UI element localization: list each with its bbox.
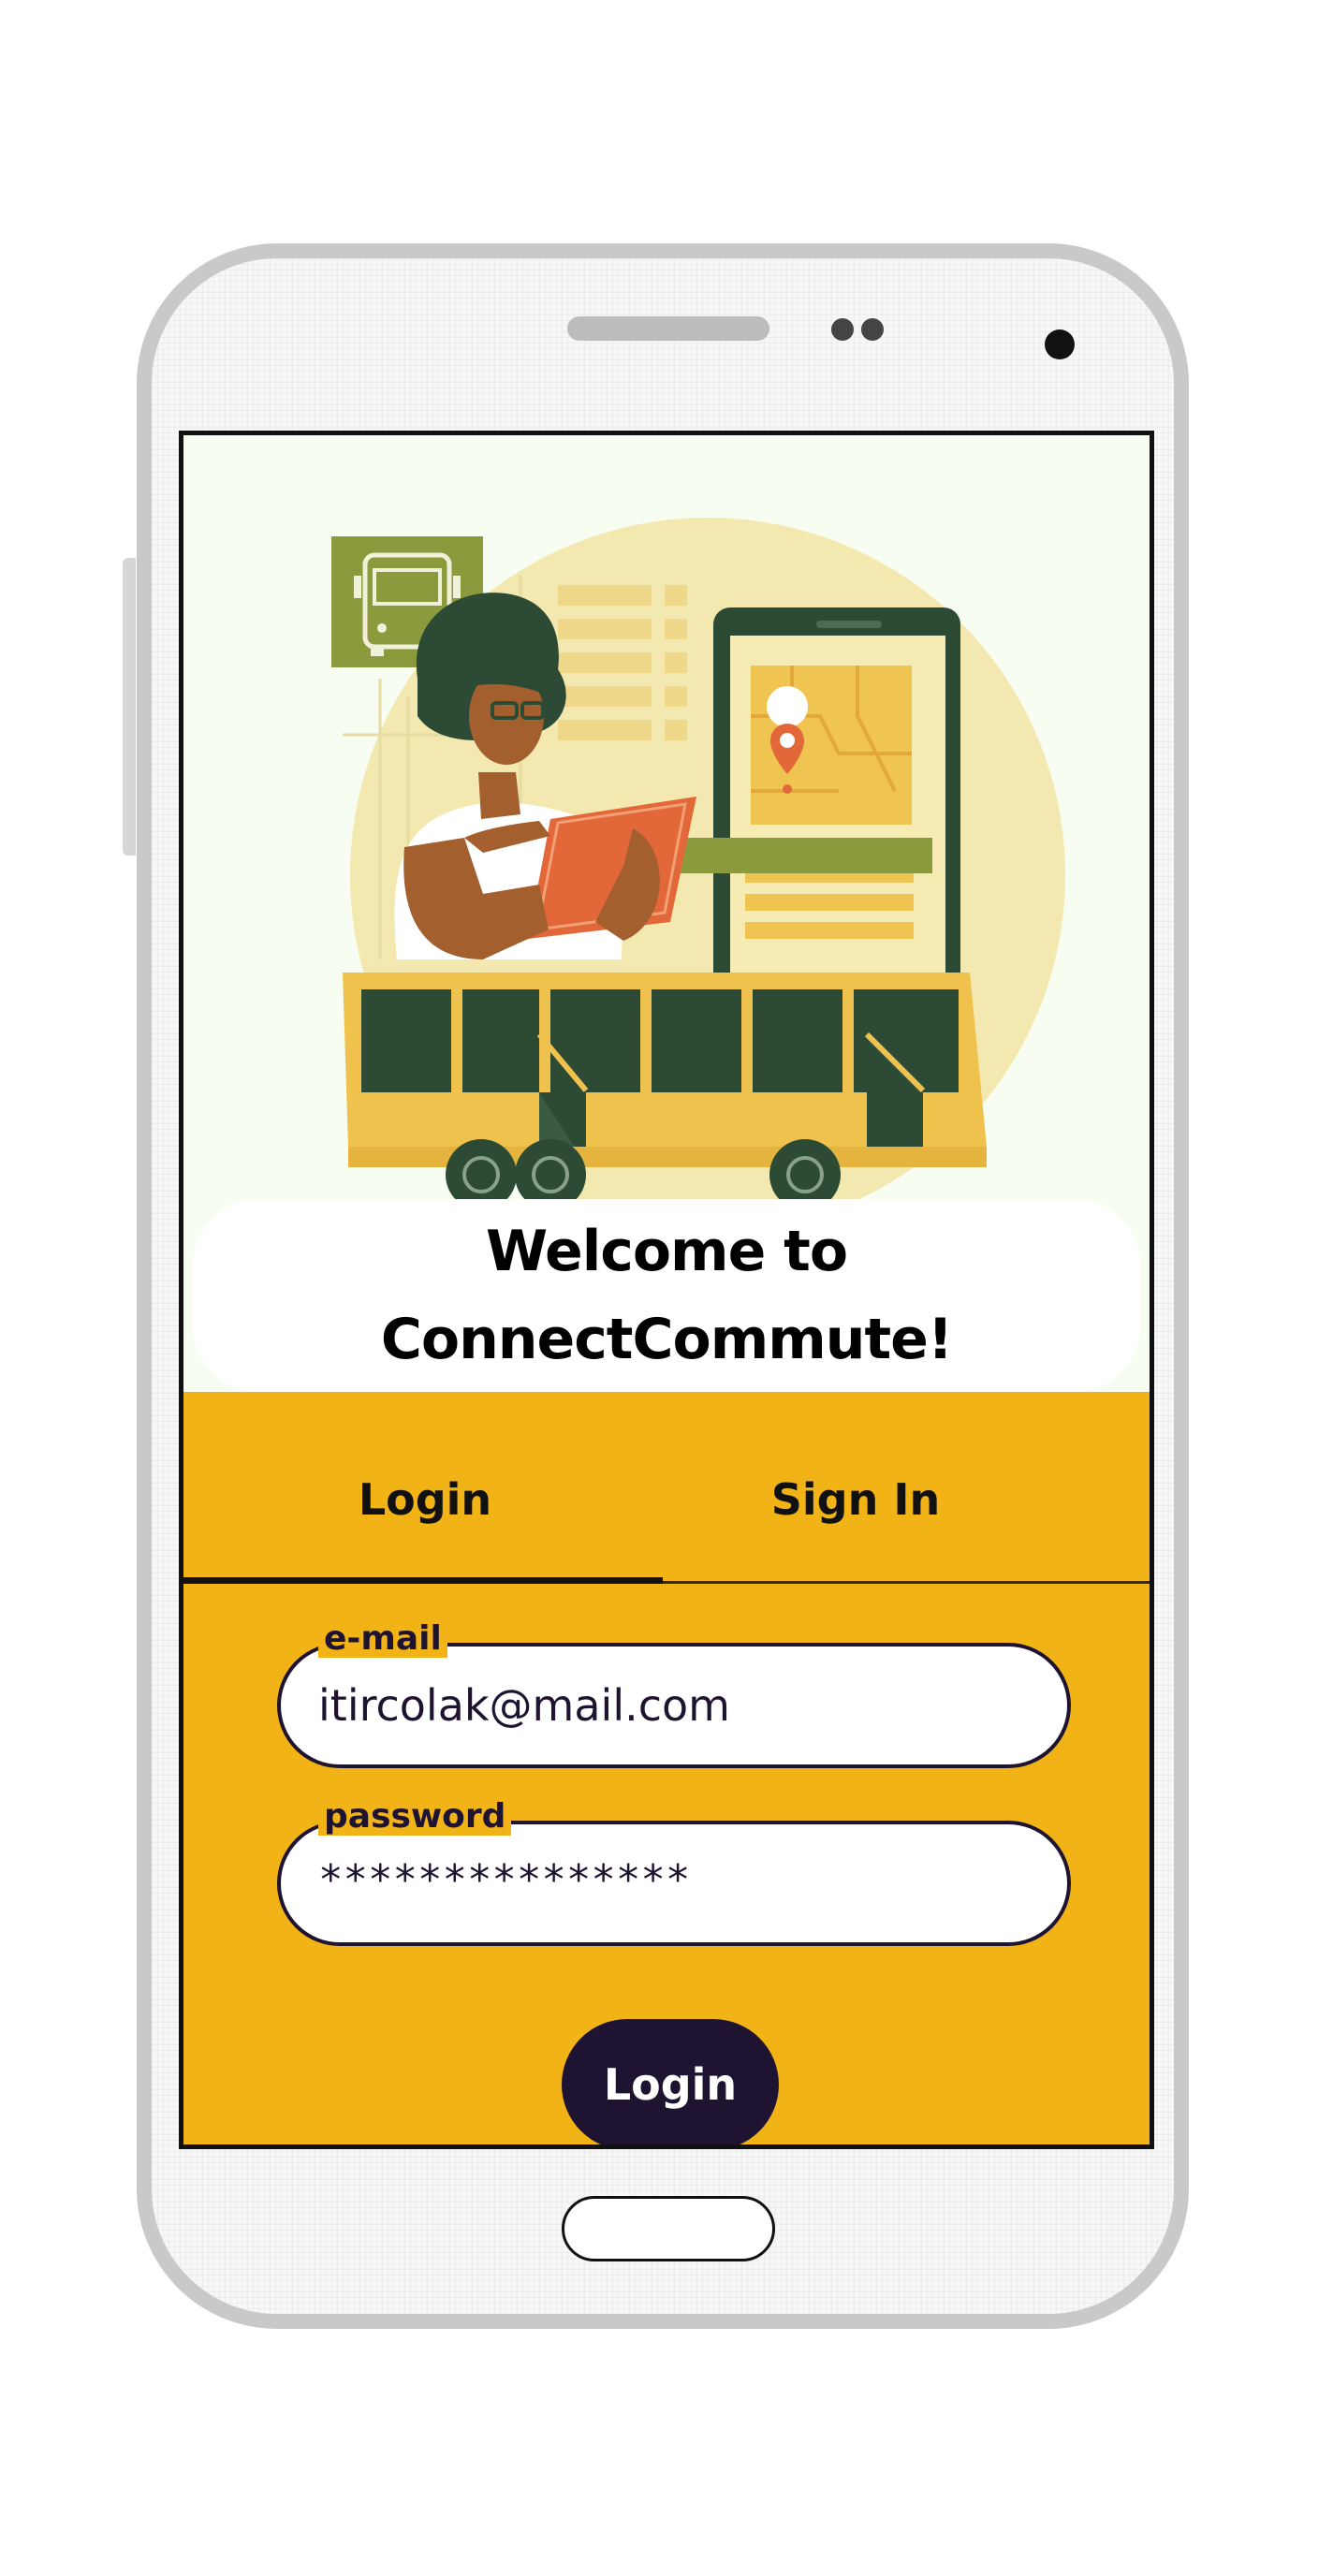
olive-bar (652, 838, 932, 873)
email-input[interactable] (318, 1673, 1030, 1738)
phone-speaker (567, 316, 769, 341)
password-label: password (318, 1798, 512, 1836)
welcome-card: Welcome to ConnectCommute! (193, 1199, 1140, 1392)
welcome-title-line1: Welcome to (485, 1219, 848, 1284)
phone-side-button (123, 558, 136, 856)
phone-sensor-left (831, 318, 854, 341)
auth-tabs: Login Sign In (183, 1392, 1150, 1585)
tab-login[interactable]: Login (183, 1448, 666, 1551)
password-field[interactable]: password (277, 1798, 1071, 1946)
welcome-title-line2: ConnectCommute! (380, 1307, 953, 1372)
email-field[interactable]: e-mail (277, 1620, 1071, 1768)
phone-sensor-right (861, 318, 884, 341)
welcome-title: Welcome to ConnectCommute! (380, 1208, 953, 1383)
hero-illustration-area: Welcome to ConnectCommute! (183, 435, 1150, 1392)
phone-home-button[interactable] (562, 2196, 775, 2261)
phone-camera (1045, 329, 1075, 359)
login-button[interactable]: Login (562, 2019, 779, 2144)
stage: Welcome to ConnectCommute! Login Sign In… (0, 0, 1333, 2576)
password-input[interactable] (318, 1847, 1030, 1912)
phone-screen: Welcome to ConnectCommute! Login Sign In… (179, 431, 1154, 2149)
tab-sign-in[interactable]: Sign In (614, 1448, 1097, 1551)
tab-active-indicator (183, 1577, 663, 1584)
email-label: e-mail (318, 1620, 447, 1658)
